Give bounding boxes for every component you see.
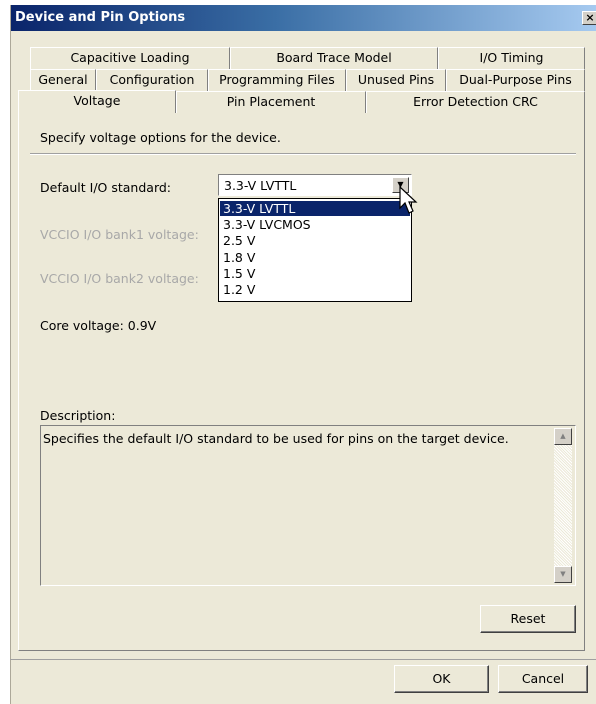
reset-button[interactable]: Reset: [480, 605, 576, 633]
default-io-label: Default I/O standard:: [40, 180, 172, 195]
tab-voltage[interactable]: Voltage: [18, 90, 176, 113]
io-standard-dropdown-list: 3.3-V LVTTL 3.3-V LVCMOS 2.5 V 1.8 V 1.5…: [218, 198, 412, 302]
cancel-button[interactable]: Cancel: [498, 665, 588, 693]
description-box: Specifies the default I/O standard to be…: [40, 425, 576, 586]
scroll-up-icon[interactable]: ▲: [554, 428, 572, 445]
bottom-separator: [10, 659, 596, 660]
option-1-2v[interactable]: 1.2 V: [220, 282, 410, 297]
default-io-value: 3.3-V LVTTL: [224, 178, 297, 193]
option-1-5v[interactable]: 1.5 V: [220, 266, 410, 281]
option-1-8v[interactable]: 1.8 V: [220, 250, 410, 265]
bank1-voltage-label: VCCIO I/O bank1 voltage:: [40, 227, 199, 242]
description-scrollbar[interactable]: ▲ ▼: [554, 428, 572, 583]
default-io-standard-select[interactable]: 3.3-V LVTTL ▼: [218, 174, 412, 196]
close-button[interactable]: ×: [582, 11, 596, 25]
dialog-title: Device and Pin Options: [15, 10, 186, 25]
tab-io-timing[interactable]: I/O Timing: [438, 47, 585, 69]
core-voltage-label: Core voltage: 0.9V: [40, 318, 157, 333]
scroll-down-icon[interactable]: ▼: [554, 566, 572, 583]
tab-dual-purpose-pins[interactable]: Dual-Purpose Pins: [446, 69, 585, 91]
tab-unused-pins[interactable]: Unused Pins: [346, 69, 446, 91]
description-text: Specifies the default I/O standard to be…: [43, 431, 509, 446]
tab-programming-files[interactable]: Programming Files: [208, 69, 346, 91]
tab-configuration[interactable]: Configuration: [96, 69, 208, 91]
option-3-3v-lvcmos[interactable]: 3.3-V LVCMOS: [220, 217, 410, 232]
tab-board-trace-model[interactable]: Board Trace Model: [230, 47, 438, 69]
option-3-3v-lvttl[interactable]: 3.3-V LVTTL: [220, 201, 410, 216]
bank2-voltage-label: VCCIO I/O bank2 voltage:: [40, 271, 199, 286]
description-label: Description:: [40, 408, 116, 423]
title-bar[interactable]: Device and Pin Options ×: [11, 5, 596, 31]
option-2-5v[interactable]: 2.5 V: [220, 233, 410, 248]
mouse-cursor-icon: [399, 186, 418, 214]
voltage-heading: Specify voltage options for the device.: [40, 130, 281, 145]
tab-error-detection-crc[interactable]: Error Detection CRC: [366, 91, 585, 113]
tab-capacitive-loading[interactable]: Capacitive Loading: [30, 47, 230, 69]
heading-separator: [30, 153, 576, 155]
tab-general[interactable]: General: [30, 69, 96, 91]
ok-button[interactable]: OK: [394, 665, 489, 693]
tab-pin-placement[interactable]: Pin Placement: [176, 91, 366, 113]
